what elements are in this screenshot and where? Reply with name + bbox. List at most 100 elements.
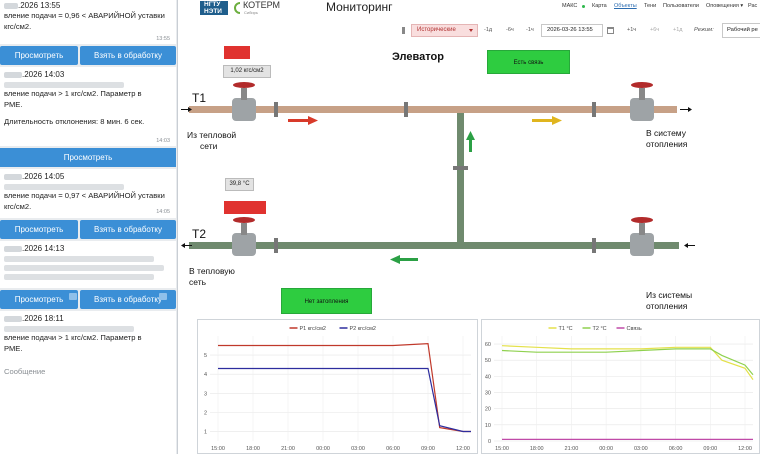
x-tick-label: 21:00 [281, 446, 295, 452]
blurred-line [4, 184, 124, 190]
x-tick-label: 00:00 [316, 446, 330, 452]
label-from-network: сети [200, 141, 217, 152]
logo-ngtu[interactable]: НГТУ НЭТИ [200, 1, 228, 15]
notification-time: 14:03 [156, 138, 170, 144]
x-tick-label: 12:00 [456, 446, 470, 452]
notification-text: кгс/см2. [4, 202, 32, 211]
step-fwd-6h[interactable]: +6ч [650, 27, 659, 33]
step-fwd-1d[interactable]: +1д [673, 27, 682, 33]
view-button[interactable]: Просмотреть [0, 46, 78, 65]
y-tick-label: 50 [485, 358, 491, 364]
x-tick-label: 06:00 [669, 446, 683, 452]
arrow-left-icon [390, 255, 418, 264]
step-back-1h[interactable]: -1ч [526, 27, 534, 33]
nav-more[interactable]: Рас [748, 3, 757, 9]
nav-users[interactable]: Пользователи [663, 3, 699, 9]
label-to-network: В тепловую [189, 266, 235, 277]
notification-text: вление подачи > 1 кгс/см2. Параметр в [4, 333, 142, 342]
step-fwd-1h[interactable]: +1ч [627, 27, 636, 33]
logo-text: НГТУ [204, 1, 221, 8]
flood-status: Нет затопления [281, 288, 372, 314]
x-tick-label: 15:00 [495, 446, 509, 452]
nav-map[interactable]: Карта [592, 3, 607, 9]
expand-icon[interactable] [69, 293, 77, 300]
flange [274, 238, 278, 253]
valve-icon [232, 217, 256, 256]
step-back-6h[interactable]: -6ч [506, 27, 514, 33]
flange [592, 102, 596, 117]
x-tick-label: 09:00 [703, 446, 717, 452]
notification-text: кгс/см2. [4, 22, 32, 31]
pressure-chart[interactable]: 1 2 3 4 5 15:00 18:00 21:00 00:00 03:00 06:00 09:00… [197, 319, 478, 454]
temperature-chart[interactable]: 0 10 20 30 40 50 60 15:00 18:00 21:00 00:00 03:00 06… [481, 319, 760, 454]
t2-label: Т2 [192, 227, 207, 241]
label-from-system: отопления [646, 301, 687, 312]
view-button[interactable]: Просмотреть [0, 148, 176, 167]
y-tick-label: 10 [485, 423, 491, 429]
view-button[interactable]: Просмотреть [0, 290, 78, 309]
flange [592, 238, 596, 253]
status-dot [582, 5, 585, 8]
x-tick-label: 21:00 [565, 446, 579, 452]
koterm-logo-icon [234, 2, 241, 14]
mode-select-value: Исторические [417, 27, 456, 33]
notification-card: .2026 13:55 вление подачи = 0,96 < АВАРИ… [0, 0, 176, 44]
legend-label: T1 °C [559, 326, 573, 332]
notification-date: .2026 14:13 [22, 244, 65, 253]
arrow-up-icon [466, 131, 475, 152]
notification-card: .2026 14:05 вление подачи = 0,97 < АВАРИ… [0, 169, 176, 218]
notification-card: .2026 14:03 вление подачи > 1 кгс/см2. П… [0, 67, 176, 146]
nav-alerts[interactable]: Оповещения ▾ [706, 3, 743, 9]
series-line [218, 342, 471, 433]
step-back-1d[interactable]: -1д [484, 27, 492, 33]
blurred-line [4, 256, 154, 262]
pressure-value: 1,02 кгс/см2 [223, 65, 271, 78]
blurred-line [4, 82, 124, 88]
pipe-supply [189, 106, 677, 113]
notification-date: .2026 18:11 [22, 314, 64, 323]
nav-shadows[interactable]: Тени [644, 3, 656, 9]
message-input[interactable]: Сообщение [0, 363, 176, 381]
pipe-scheme [181, 82, 695, 264]
elevator-diagram: 1,02 кгс/см2 39,8 °C Элеватор Есть связь… [180, 40, 760, 314]
y-tick-label: 2 [204, 410, 207, 416]
y-tick-label: 0 [488, 439, 491, 445]
work-mode-select[interactable]: Рабочий ре [722, 23, 760, 38]
valve-icon [630, 217, 654, 256]
y-tick-label: 4 [204, 372, 207, 378]
label-to-system: отопления [646, 139, 687, 150]
connection-status: Есть связь [487, 50, 570, 74]
label-line: Из тепловой [187, 130, 237, 140]
pipe-jumper [457, 113, 464, 242]
label-from-system: Из системы [646, 290, 692, 301]
calendar-icon[interactable] [607, 27, 614, 34]
logo-text: НЭТИ [204, 8, 222, 15]
blurred-line [4, 265, 164, 271]
notification-time: 14:05 [156, 209, 170, 215]
temperature-chart-svg: 0 10 20 30 40 50 60 15:00 18:00 21:00 00:00 03:00 06… [485, 326, 754, 452]
pressure-alarm-indicator [224, 46, 250, 59]
label-line: отопления [646, 139, 688, 149]
take-button[interactable]: Взять в обработку [80, 220, 176, 239]
blurred-line [4, 274, 154, 280]
legend-label: P1 кгс/см2 [300, 326, 326, 332]
y-tick-label: 1 [204, 429, 207, 435]
arrow-right-icon [532, 116, 562, 125]
notification-text: вление подачи = 0,96 < АВАРИЙНОЙ уставки [4, 11, 165, 20]
nav-objects[interactable]: Объекты [614, 3, 637, 9]
expand-icon[interactable] [159, 293, 167, 300]
flange [453, 166, 468, 170]
mode-select[interactable]: Исторические [411, 24, 478, 37]
legend-label: Связь [627, 326, 642, 332]
label-line: сети [200, 141, 218, 151]
x-tick-label: 06:00 [386, 446, 400, 452]
datetime-field[interactable]: 2026-03-26 13:55 [541, 24, 603, 37]
notification-panel: .2026 13:55 вление подачи = 0,96 < АВАРИ… [0, 0, 178, 454]
take-button[interactable]: Взять в обработку [80, 46, 176, 65]
x-tick-label: 18:00 [246, 446, 260, 452]
x-tick-label: 09:00 [421, 446, 435, 452]
view-button[interactable]: Просмотреть [0, 220, 78, 239]
y-tick-label: 30 [485, 391, 491, 397]
notification-text: РМЕ. [4, 344, 23, 353]
nav-maks[interactable]: МАКС [562, 3, 577, 9]
